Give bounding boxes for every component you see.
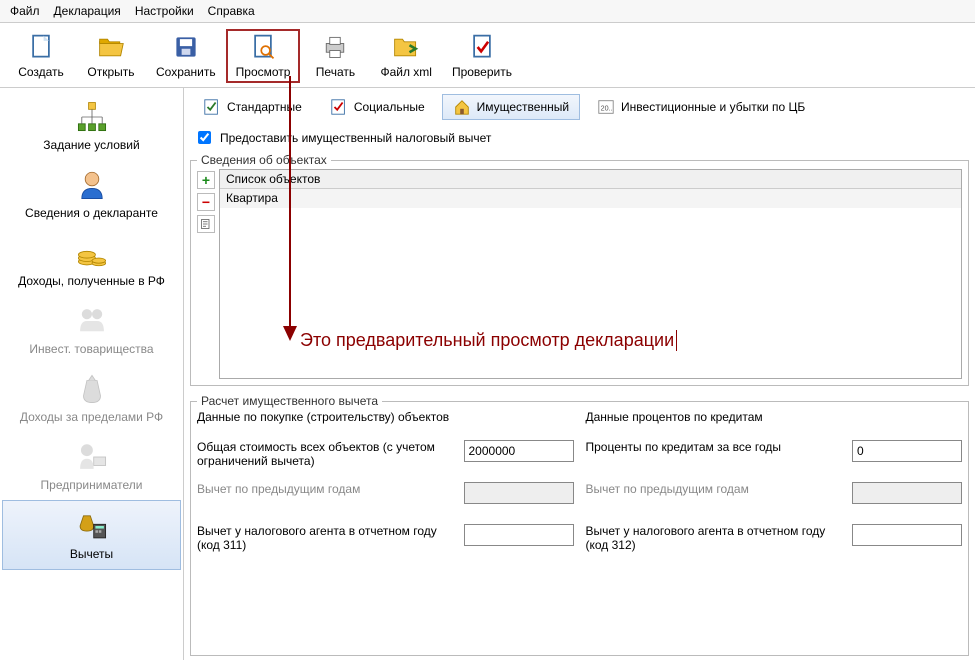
create-label: Создать [18, 65, 64, 79]
purchase-title: Данные по покупке (строительству) объект… [197, 410, 574, 424]
print-icon [321, 33, 349, 61]
objects-legend: Сведения об объектах [197, 153, 331, 167]
briefcase-person-icon [75, 440, 109, 474]
remove-object-button[interactable]: − [197, 193, 215, 211]
sidebar-item-invest-partnerships: Инвест. товарищества [2, 296, 181, 364]
sidebar-income-rf-label: Доходы, полученные в РФ [18, 274, 165, 288]
credit-interest-input[interactable] [852, 440, 962, 462]
handshake-icon [75, 304, 109, 338]
open-button[interactable]: Открыть [76, 29, 146, 83]
check-icon [468, 33, 496, 61]
prev-years-interest-label: Вычет по предыдущим годам [586, 482, 841, 496]
svg-text:20..: 20.. [601, 104, 613, 113]
agent-311-label: Вычет у налогового агента в отчетном год… [197, 524, 452, 552]
interest-column: Данные процентов по кредитам Проценты по… [586, 410, 963, 566]
sidebar-deductions-label: Вычеты [70, 547, 113, 561]
check-label: Проверить [452, 65, 512, 79]
objects-toolbar: + − [197, 169, 215, 379]
file-xml-button[interactable]: Файл xml [370, 29, 442, 83]
sidebar-invest-label: Инвест. товарищества [29, 342, 153, 356]
deduction-tabs: Стандартные Социальные Имущественный 20.… [190, 92, 969, 122]
tab-standard[interactable]: Стандартные [192, 94, 313, 120]
agent-312-input[interactable] [852, 524, 962, 546]
calendar-icon: 20.. [597, 98, 615, 116]
sidebar-item-income-abroad: Доходы за пределами РФ [2, 364, 181, 432]
purchase-column: Данные по покупке (строительству) объект… [197, 410, 574, 566]
prev-years-purchase-input [464, 482, 574, 504]
xml-file-icon [392, 33, 420, 61]
credit-interest-label: Проценты по кредитам за все годы [586, 440, 841, 454]
sidebar-declarant-label: Сведения о декларанте [25, 206, 158, 220]
calc-fieldset: Расчет имущественного вычета Данные по п… [190, 394, 969, 656]
open-label: Открыть [87, 65, 134, 79]
money-bag-icon [75, 372, 109, 406]
tab-invest-label: Инвестиционные и убытки по ЦБ [621, 100, 805, 114]
provide-deduction-row: Предоставить имущественный налоговый выч… [190, 126, 969, 149]
sidebar-item-income-rf[interactable]: Доходы, полученные в РФ [2, 228, 181, 296]
tab-social[interactable]: Социальные [319, 94, 436, 120]
preview-button[interactable]: Просмотр [226, 29, 301, 83]
tab-standard-label: Стандартные [227, 100, 302, 114]
prev-years-interest-input [852, 482, 962, 504]
agent-312-label: Вычет у налогового агента в отчетном год… [586, 524, 841, 552]
object-row[interactable]: Квартира [220, 189, 961, 208]
calc-legend: Расчет имущественного вычета [197, 394, 382, 408]
conditions-icon [75, 100, 109, 134]
interest-title: Данные процентов по кредитам [586, 410, 963, 424]
save-button[interactable]: Сохранить [146, 29, 226, 83]
content: Стандартные Социальные Имущественный 20.… [184, 88, 975, 660]
menu-settings[interactable]: Настройки [135, 4, 194, 18]
preview-label: Просмотр [236, 65, 291, 79]
tab-social-label: Социальные [354, 100, 425, 114]
tab-property-label: Имущественный [477, 100, 569, 114]
toolbar: Создать Открыть Сохранить Просмотр Печат… [0, 23, 975, 88]
provide-deduction-label: Предоставить имущественный налоговый выч… [220, 131, 491, 145]
sidebar-item-deductions[interactable]: Вычеты [2, 500, 181, 570]
check-button[interactable]: Проверить [442, 29, 522, 83]
tab-invest[interactable]: 20.. Инвестиционные и убытки по ЦБ [586, 94, 816, 120]
objects-header: Список объектов [220, 170, 961, 189]
menu-declaration[interactable]: Декларация [54, 4, 121, 18]
prev-years-purchase-label: Вычет по предыдущим годам [197, 482, 452, 496]
menu-help[interactable]: Справка [208, 4, 255, 18]
edit-object-button[interactable] [197, 215, 215, 233]
open-folder-icon [97, 33, 125, 61]
edit-icon [200, 218, 212, 230]
standard-icon [203, 98, 221, 116]
sidebar-conditions-label: Задание условий [43, 138, 139, 152]
social-icon [330, 98, 348, 116]
menubar: Файл Декларация Настройки Справка [0, 0, 975, 23]
house-icon [453, 98, 471, 116]
print-label: Печать [316, 65, 355, 79]
agent-311-input[interactable] [464, 524, 574, 546]
save-icon [172, 33, 200, 61]
total-cost-input[interactable] [464, 440, 574, 462]
print-button[interactable]: Печать [300, 29, 370, 83]
save-label: Сохранить [156, 65, 216, 79]
add-object-button[interactable]: + [197, 171, 215, 189]
objects-fieldset: Сведения об объектах + − Список объектов… [190, 153, 969, 386]
sidebar-income-abroad-label: Доходы за пределами РФ [20, 410, 163, 424]
new-file-icon [27, 33, 55, 61]
sidebar: Задание условий Сведения о декларанте До… [0, 88, 184, 660]
person-icon [75, 168, 109, 202]
file-xml-label: Файл xml [380, 65, 432, 79]
coins-icon [75, 236, 109, 270]
sidebar-item-entrepreneurs: Предприниматели [2, 432, 181, 500]
tab-property[interactable]: Имущественный [442, 94, 580, 120]
sidebar-item-conditions[interactable]: Задание условий [2, 92, 181, 160]
sidebar-item-declarant[interactable]: Сведения о декларанте [2, 160, 181, 228]
sidebar-entrepreneurs-label: Предприниматели [41, 478, 143, 492]
create-button[interactable]: Создать [6, 29, 76, 83]
deductions-icon [75, 509, 109, 543]
annotation-text: Это предварительный просмотр декларации [300, 330, 677, 351]
preview-icon [249, 33, 277, 61]
provide-deduction-checkbox[interactable] [198, 131, 211, 144]
total-cost-label: Общая стоимость всех объектов (с учетом … [197, 440, 452, 468]
menu-file[interactable]: Файл [10, 4, 40, 18]
